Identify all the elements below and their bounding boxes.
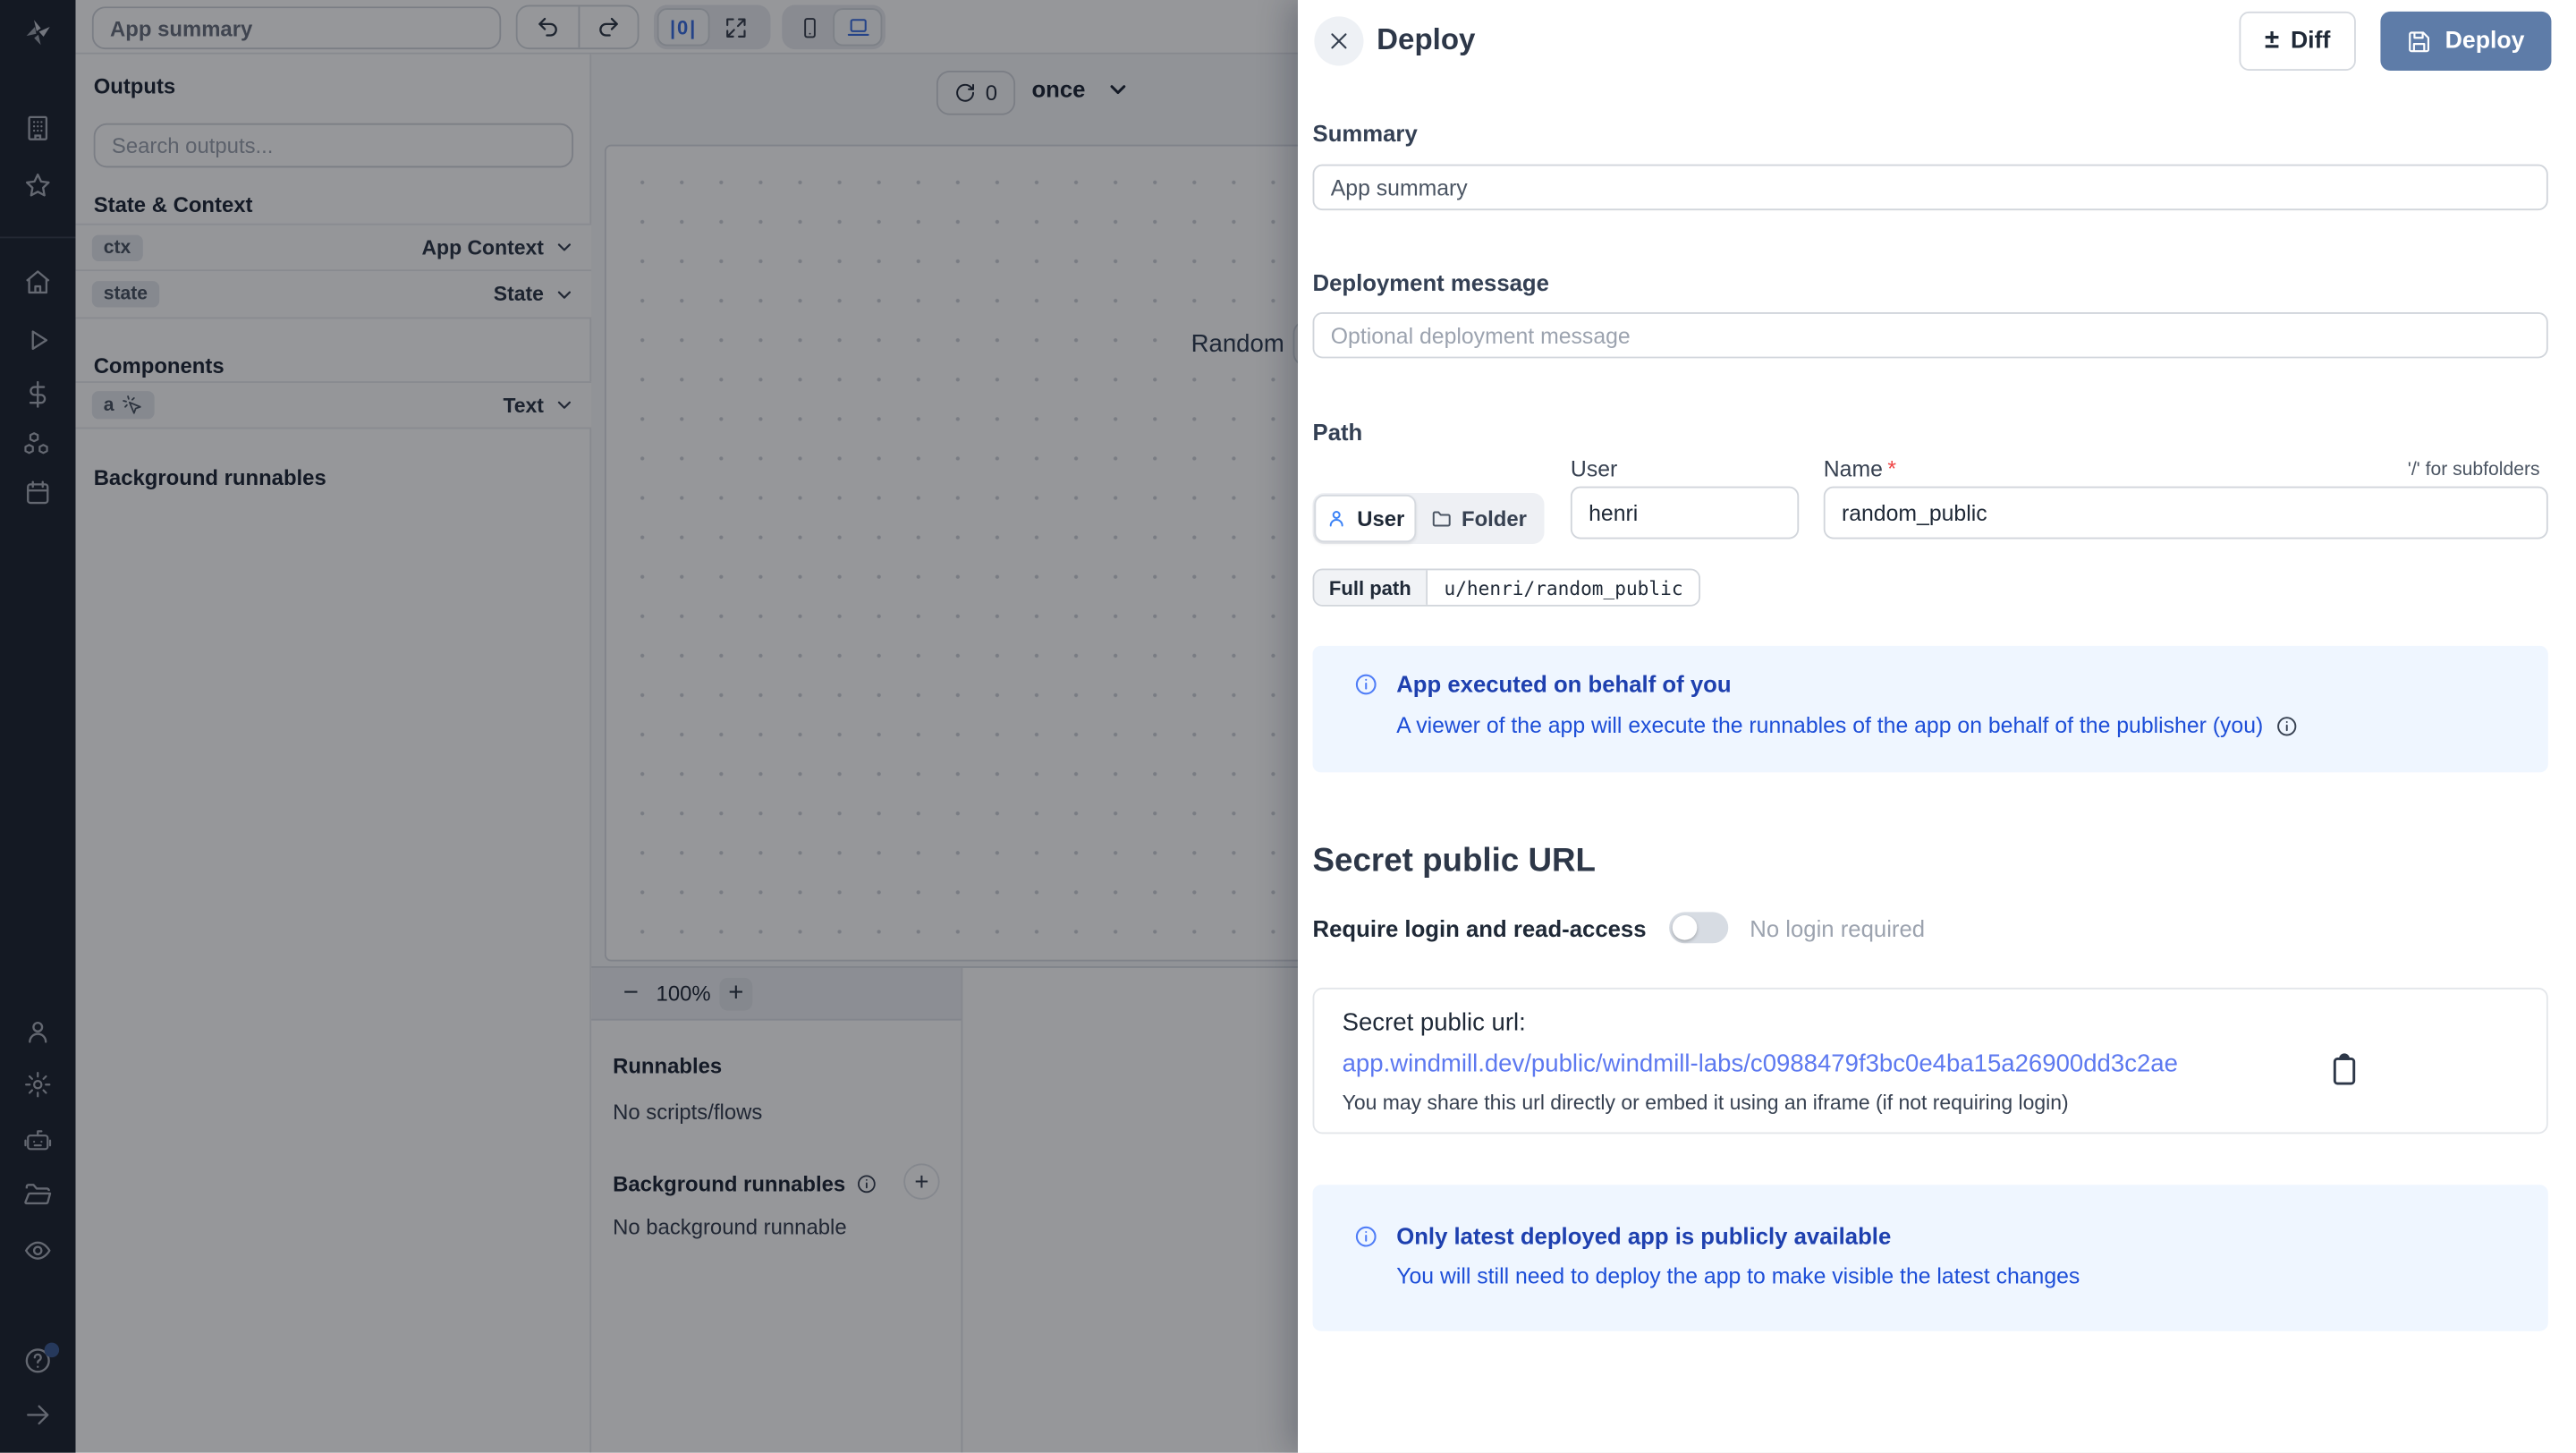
person-icon bbox=[1326, 508, 1347, 530]
subfolders-hint: '/' for subfolders bbox=[2408, 460, 2540, 480]
exec-info-body: A viewer of the app will execute the run… bbox=[1396, 713, 2298, 738]
owner-folder-option[interactable]: Folder bbox=[1416, 495, 1541, 542]
toggle-knob bbox=[1673, 915, 1698, 940]
require-login-label: Require login and read-access bbox=[1313, 914, 1647, 940]
full-path-value: u/henri/random_public bbox=[1428, 570, 1699, 605]
latest-info-title: Only latest deployed app is publicly ava… bbox=[1396, 1223, 1891, 1249]
path-name-input[interactable] bbox=[1824, 487, 2548, 540]
deploy-drawer: Deploy ± Diff Deploy Summary Deployment … bbox=[1298, 0, 2576, 1453]
secret-url-note: You may share this url directly or embed… bbox=[1343, 1092, 2069, 1115]
deployment-message-label: Deployment message bbox=[1313, 269, 1549, 295]
copy-clipboard-icon[interactable] bbox=[2328, 1052, 2361, 1088]
path-user-input[interactable] bbox=[1571, 487, 1799, 540]
owner-folder-label: Folder bbox=[1462, 506, 1527, 531]
path-user-label: User bbox=[1571, 457, 1617, 482]
secret-url-link[interactable]: app.windmill.dev/public/windmill-labs/c0… bbox=[1343, 1050, 2178, 1078]
owner-kind-toggle-group: User Folder bbox=[1313, 493, 1545, 544]
login-state-text: No login required bbox=[1750, 914, 1925, 940]
secret-url-card-title: Secret public url: bbox=[1343, 1009, 1526, 1037]
exec-info-box: App executed on behalf of you A viewer o… bbox=[1313, 646, 2548, 772]
exec-info-body-text: A viewer of the app will execute the run… bbox=[1396, 713, 2263, 738]
info-icon bbox=[1353, 672, 1378, 697]
exec-info-title: App executed on behalf of you bbox=[1396, 670, 1731, 696]
path-label: Path bbox=[1313, 419, 1363, 445]
full-path-label: Full path bbox=[1314, 570, 1428, 605]
info-icon bbox=[1353, 1224, 1378, 1249]
owner-user-option[interactable]: User bbox=[1314, 495, 1416, 542]
full-path-display: Full path u/henri/random_public bbox=[1313, 569, 1701, 607]
latest-info-body: You will still need to deploy the app to… bbox=[1396, 1263, 2080, 1288]
require-login-toggle[interactable] bbox=[1669, 912, 1728, 943]
latest-info-box: Only latest deployed app is publicly ava… bbox=[1313, 1185, 2548, 1330]
app-screen: |0| Outputs State & Context ctx App Cont… bbox=[0, 0, 2576, 1453]
folder-icon bbox=[1430, 508, 1452, 530]
summary-label: Summary bbox=[1313, 120, 1418, 146]
deployment-message-input[interactable] bbox=[1313, 312, 2548, 358]
summary-input[interactable] bbox=[1313, 165, 2548, 210]
secret-url-card: Secret public url: app.windmill.dev/publ… bbox=[1313, 988, 2548, 1134]
owner-user-label: User bbox=[1357, 506, 1404, 531]
latest-info-body-text: You will still need to deploy the app to… bbox=[1396, 1263, 2080, 1288]
secret-url-heading: Secret public URL bbox=[1313, 843, 1596, 880]
required-asterisk: * bbox=[1887, 457, 1896, 482]
drawer-content: Summary Deployment message Path User Nam… bbox=[1313, 0, 2548, 1453]
info-icon[interactable] bbox=[2275, 714, 2298, 737]
drawer-backdrop-overlay[interactable] bbox=[0, 0, 1298, 1453]
path-name-label: Name* bbox=[1824, 457, 1896, 482]
name-label-text: Name bbox=[1824, 457, 1883, 482]
require-login-row: Require login and read-access No login r… bbox=[1313, 912, 1926, 943]
